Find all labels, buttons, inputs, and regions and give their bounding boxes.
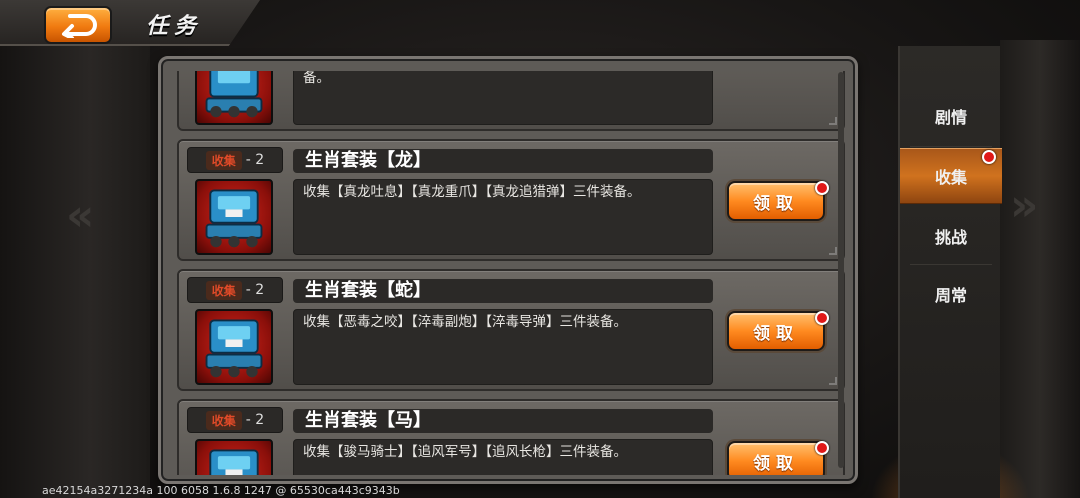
notification-dot bbox=[815, 181, 829, 195]
task-card: 收集 - 2 生肖套装【蛇】 收集【恶毒之咬】【淬毒副炮】【淬毒导弹】三件装备。… bbox=[177, 269, 845, 391]
notification-dot bbox=[815, 441, 829, 455]
page-title: 任务 bbox=[146, 14, 203, 39]
card-corner bbox=[829, 247, 837, 255]
chevron-decoration-icon: » bbox=[1010, 180, 1039, 231]
task-name: 生肖套装【蛇】 bbox=[305, 280, 431, 301]
right-wall-decoration: » bbox=[1000, 40, 1080, 498]
task-name: 生肖套装【马】 bbox=[305, 410, 431, 431]
task-card: 备。 领取 bbox=[177, 71, 845, 131]
task-category-label: 收集 bbox=[205, 280, 242, 300]
robot-reward-icon bbox=[195, 179, 273, 255]
claim-button[interactable]: 领取 bbox=[727, 181, 825, 221]
robot-reward-icon bbox=[195, 309, 273, 385]
tab-challenge[interactable]: 挑战 bbox=[900, 208, 1002, 264]
chevron-decoration-icon: « bbox=[66, 190, 95, 241]
tab-story[interactable]: 剧情 bbox=[900, 88, 1002, 144]
task-name: 生肖套装【龙】 bbox=[305, 150, 431, 171]
task-list[interactable]: 备。 领取 收集 - 2 生肖套装【龙】 收集【真龙吐息 bbox=[177, 71, 845, 475]
task-description: 备。 bbox=[303, 71, 330, 86]
claim-button[interactable]: 领取 bbox=[727, 441, 825, 475]
task-category-number: - 2 bbox=[245, 282, 265, 298]
top-header bbox=[0, 0, 260, 46]
task-category-tag: 收集 - 2 bbox=[187, 147, 283, 173]
task-category-label: 收集 bbox=[205, 150, 242, 170]
tab-weekly[interactable]: 周常 bbox=[900, 266, 1002, 322]
build-info: ae42154a3271234a 100 6058 1.6.8 1247 @ 6… bbox=[42, 484, 400, 497]
task-category-number: - 2 bbox=[245, 152, 265, 168]
tab-divider bbox=[910, 146, 992, 147]
task-card: 收集 - 2 生肖套装【马】 收集【骏马骑士】【追风军号】【追风长枪】三件装备。… bbox=[177, 399, 845, 475]
left-wall-decoration: « bbox=[0, 40, 150, 498]
card-corner bbox=[829, 377, 837, 385]
task-category-label: 收集 bbox=[205, 410, 242, 430]
task-description: 收集【恶毒之咬】【淬毒副炮】【淬毒导弹】三件装备。 bbox=[303, 314, 627, 330]
notification-dot bbox=[815, 311, 829, 325]
task-category-number: - 2 bbox=[245, 412, 265, 428]
task-category-tag: 收集 - 2 bbox=[187, 277, 283, 303]
back-button[interactable] bbox=[44, 6, 112, 44]
task-list-panel[interactable]: 备。 领取 收集 - 2 生肖套装【龙】 收集【真龙吐息 bbox=[158, 56, 858, 484]
card-corner bbox=[829, 117, 837, 125]
robot-reward-icon bbox=[195, 71, 273, 125]
task-card: 收集 - 2 生肖套装【龙】 收集【真龙吐息】【真龙重爪】【真龙追猎弹】三件装备… bbox=[177, 139, 845, 261]
robot-reward-icon bbox=[195, 439, 273, 475]
scrollbar[interactable] bbox=[838, 72, 844, 468]
tab-divider bbox=[910, 264, 992, 265]
claim-button[interactable]: 领取 bbox=[727, 311, 825, 351]
task-description: 收集【真龙吐息】【真龙重爪】【真龙追猎弹】三件装备。 bbox=[303, 184, 641, 200]
category-tabs: 剧情 收集 挑战 周常 bbox=[898, 46, 1002, 498]
back-arrow-icon bbox=[62, 14, 97, 38]
task-description: 收集【骏马骑士】【追风军号】【追风长枪】三件装备。 bbox=[303, 444, 627, 460]
task-category-tag: 收集 - 2 bbox=[187, 407, 283, 433]
notification-dot bbox=[982, 150, 996, 164]
